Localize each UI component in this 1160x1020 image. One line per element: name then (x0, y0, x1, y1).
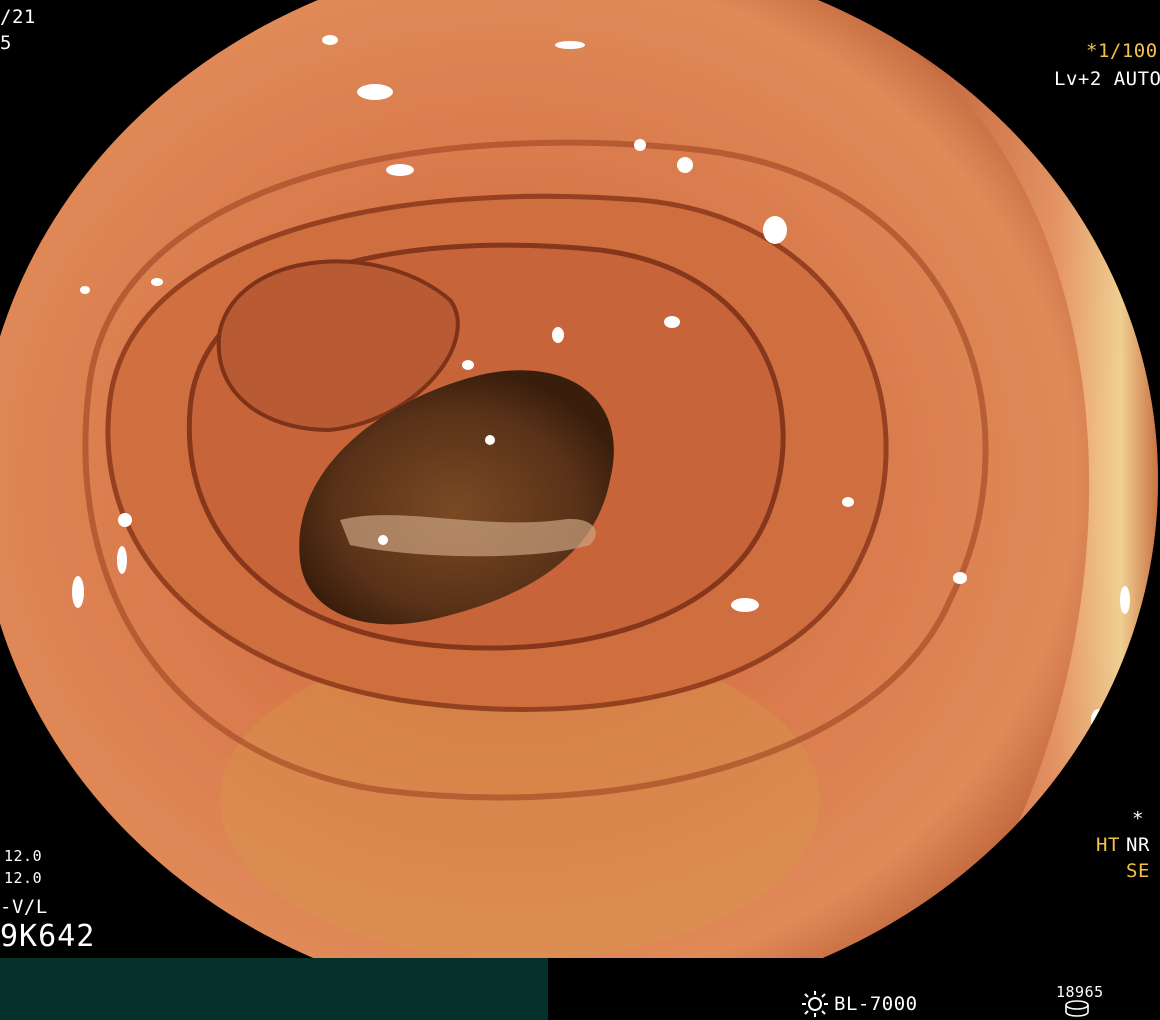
value-1: 12.0 (4, 847, 43, 865)
storage-disk-icon (1065, 1000, 1089, 1017)
enhance-label: HT (1096, 834, 1120, 856)
star-marker: * (1132, 808, 1144, 830)
scope-id: 9K642 (0, 919, 96, 954)
shutter-speed: *1/100 (1086, 40, 1158, 62)
date-line2-fragment: 5 (0, 32, 12, 54)
endoscope-screen: /21 5 *1/100 Lv+2 AUTO * HT NR SE 12.0 1… (0, 0, 1160, 1020)
view-mode: -V/L (0, 896, 48, 918)
value-2: 12.0 (4, 869, 43, 887)
se-label: SE (1126, 860, 1150, 882)
light-source-icon (802, 991, 828, 1017)
image-counter: 18965 (1056, 983, 1104, 1001)
bottom-status-bar (0, 958, 548, 1020)
endoscopic-image (0, 0, 1158, 1010)
level-mode: Lv+2 AUTO (1054, 68, 1160, 90)
light-source-label: BL-7000 (834, 993, 918, 1015)
date-fragment: /21 (0, 6, 36, 28)
noise-reduction-label: NR (1126, 834, 1150, 856)
